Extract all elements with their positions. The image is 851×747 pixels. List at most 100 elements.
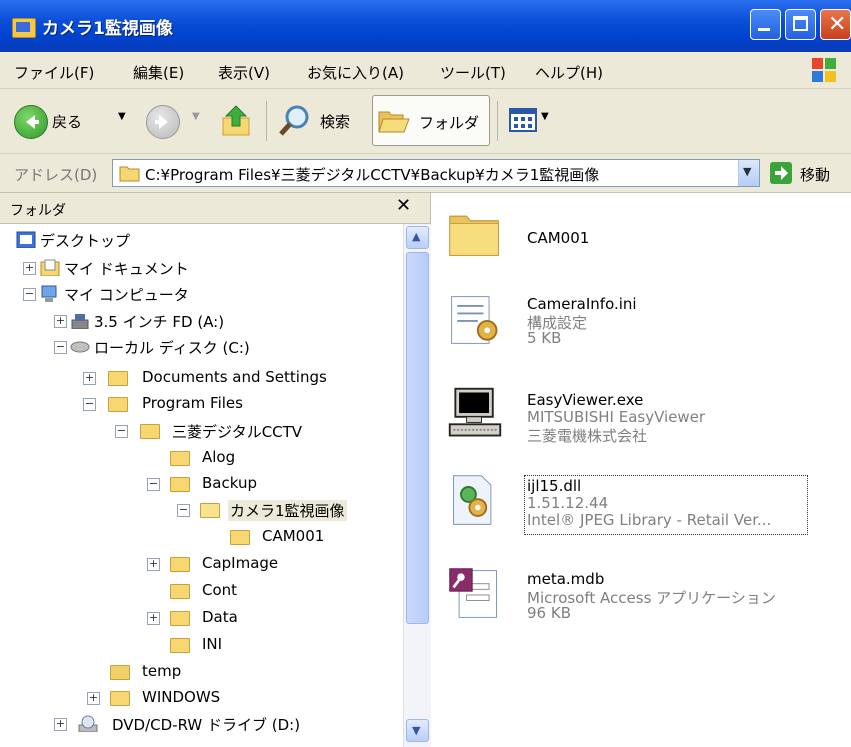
tree-item-camera1-images[interactable]: − カメラ1監視画像 xyxy=(0,499,400,523)
minimize-button[interactable] xyxy=(750,9,781,40)
collapse-icon[interactable]: − xyxy=(83,398,96,411)
tree-item-mitsubishi-cctv[interactable]: − 三菱デジタルCCTV xyxy=(0,420,400,444)
tree-label: Backup xyxy=(202,474,257,492)
file-name: EasyViewer.exe xyxy=(527,391,644,409)
scroll-down-button[interactable]: ▼ xyxy=(406,719,429,742)
tree-label: ローカル ディスク (C:) xyxy=(94,339,250,357)
tree-item-cont[interactable]: Cont xyxy=(0,580,400,604)
folder-icon xyxy=(170,451,190,466)
file-size: 96 KB xyxy=(527,604,571,622)
folder-open-icon xyxy=(200,503,220,518)
search-button[interactable]: 検索 xyxy=(276,89,366,153)
close-pane-icon[interactable]: ✕ xyxy=(396,195,411,216)
file-name: CameraInfo.ini xyxy=(527,295,637,313)
go-arrow-icon[interactable] xyxy=(770,162,792,184)
menu-edit[interactable]: 編集(E) xyxy=(133,62,184,83)
collapse-icon[interactable]: − xyxy=(115,425,128,438)
expand-icon[interactable]: + xyxy=(147,558,160,571)
back-label: 戻る xyxy=(52,113,83,131)
expand-icon[interactable]: + xyxy=(83,372,96,385)
folder-icon xyxy=(170,611,190,626)
tree-label: WINDOWS xyxy=(142,688,221,706)
computer-icon xyxy=(41,285,57,302)
tree-item-dvd-drive[interactable]: + DVD/CD-RW ドライブ (D:) xyxy=(0,713,400,737)
folder-icon xyxy=(140,424,160,439)
expand-icon[interactable]: + xyxy=(87,692,100,705)
close-button[interactable]: ✕ xyxy=(820,9,851,40)
tree-item-desktop[interactable]: デスクトップ xyxy=(0,229,400,253)
file-name: CAM001 xyxy=(527,229,590,247)
tree-item-ini[interactable]: INI xyxy=(0,634,400,658)
expand-icon[interactable]: + xyxy=(23,262,36,275)
tree-item-cam001[interactable]: CAM001 xyxy=(0,526,400,550)
forward-arrow-icon xyxy=(146,105,180,139)
folder-icon xyxy=(110,691,130,706)
collapse-icon[interactable]: − xyxy=(147,478,160,491)
computer-app-icon xyxy=(448,387,502,437)
file-size: 5 KB xyxy=(527,329,562,347)
access-database-icon xyxy=(449,568,497,618)
tree-item-alog[interactable]: Alog xyxy=(0,447,400,471)
views-dropdown-icon[interactable]: ▼ xyxy=(541,111,549,122)
file-list-panel: CAM001 CameraInfo.ini 構成設定 5 KB EasyView… xyxy=(432,193,851,747)
folder-icon xyxy=(12,18,36,38)
tree-item-floppy[interactable]: + 3.5 インチ FD (A:) xyxy=(0,310,400,334)
window-title: カメラ1監視画像 xyxy=(42,19,173,39)
folder-icon xyxy=(170,477,190,492)
file-item[interactable]: meta.mdb Microsoft Access アプリケーション 96 KB xyxy=(432,563,851,643)
go-button[interactable]: 移動 xyxy=(800,164,830,185)
folder-pane-title: フォルダ xyxy=(10,203,66,219)
maximize-button[interactable] xyxy=(785,9,816,40)
expand-icon[interactable]: + xyxy=(54,718,67,731)
menu-tools[interactable]: ツール(T) xyxy=(440,62,506,83)
forward-button[interactable]: ▼ xyxy=(146,89,208,153)
collapse-icon[interactable]: − xyxy=(177,504,190,517)
up-folder-button[interactable] xyxy=(218,89,258,153)
tree-item-my-computer[interactable]: − マイ コンピュータ xyxy=(0,283,400,307)
menu-help[interactable]: ヘルプ(H) xyxy=(535,62,603,83)
title-bar: カメラ1監視画像 ✕ xyxy=(0,0,851,52)
address-input[interactable]: C:¥Program Files¥三菱デジタルCCTV¥Backup¥カメラ1監… xyxy=(112,159,760,187)
folders-button[interactable]: フォルダ xyxy=(372,95,490,146)
collapse-icon[interactable]: − xyxy=(54,341,67,354)
back-button[interactable]: 戻る ▼ xyxy=(8,89,126,153)
expand-icon[interactable]: + xyxy=(147,612,160,625)
tree-item-temp[interactable]: temp xyxy=(0,661,400,685)
tree-item-windows[interactable]: + WINDOWS xyxy=(0,687,400,711)
tree-item-backup[interactable]: − Backup xyxy=(0,473,400,497)
file-company: 三菱電機株式会社 xyxy=(527,427,648,445)
dll-file-icon xyxy=(453,475,492,525)
tree-item-capimage[interactable]: + CapImage xyxy=(0,553,400,577)
scroll-up-button[interactable]: ▲ xyxy=(406,226,429,249)
address-dropdown-button[interactable]: ▼ xyxy=(738,160,759,186)
file-version: 1.51.12.44 xyxy=(527,494,609,512)
file-item[interactable]: ijl15.dll 1.51.12.44 Intel® JPEG Library… xyxy=(432,468,851,548)
forward-dropdown-icon[interactable]: ▼ xyxy=(192,111,200,122)
file-item[interactable]: CameraInfo.ini 構成設定 5 KB xyxy=(432,285,851,365)
file-item[interactable]: EasyViewer.exe MITSUBISHI EasyViewer 三菱電… xyxy=(432,381,851,461)
tree-label: Alog xyxy=(202,448,236,466)
back-arrow-icon xyxy=(14,105,48,139)
tree-item-local-disk[interactable]: − ローカル ディスク (C:) xyxy=(0,336,400,360)
expand-icon[interactable]: + xyxy=(54,315,67,328)
desktop-icon xyxy=(16,231,36,248)
scroll-thumb[interactable] xyxy=(406,252,429,624)
tree-item-program-files[interactable]: − Program Files xyxy=(0,393,400,417)
folder-icon xyxy=(170,638,190,653)
folder-icon xyxy=(108,371,128,386)
collapse-icon[interactable]: − xyxy=(23,288,36,301)
tree-label: Data xyxy=(202,608,238,626)
menu-file[interactable]: ファイル(F) xyxy=(14,62,94,83)
back-dropdown-icon[interactable]: ▼ xyxy=(118,111,126,122)
address-label: アドレス(D) xyxy=(14,166,98,184)
menu-view[interactable]: 表示(V) xyxy=(218,62,270,83)
views-button[interactable]: ▼ xyxy=(507,89,555,153)
tree-label: マイ ドキュメント xyxy=(64,260,189,278)
menu-favorites[interactable]: お気に入り(A) xyxy=(307,62,404,83)
tree-label: DVD/CD-RW ドライブ (D:) xyxy=(112,716,301,734)
tree-item-my-documents[interactable]: + マイ ドキュメント xyxy=(0,257,400,281)
tree-item-data[interactable]: + Data xyxy=(0,607,400,631)
tree-item-documents-and-settings[interactable]: + Documents and Settings xyxy=(0,367,400,391)
file-item[interactable]: CAM001 xyxy=(432,203,851,283)
tree-scrollbar[interactable]: ▲ ▼ xyxy=(403,224,431,747)
